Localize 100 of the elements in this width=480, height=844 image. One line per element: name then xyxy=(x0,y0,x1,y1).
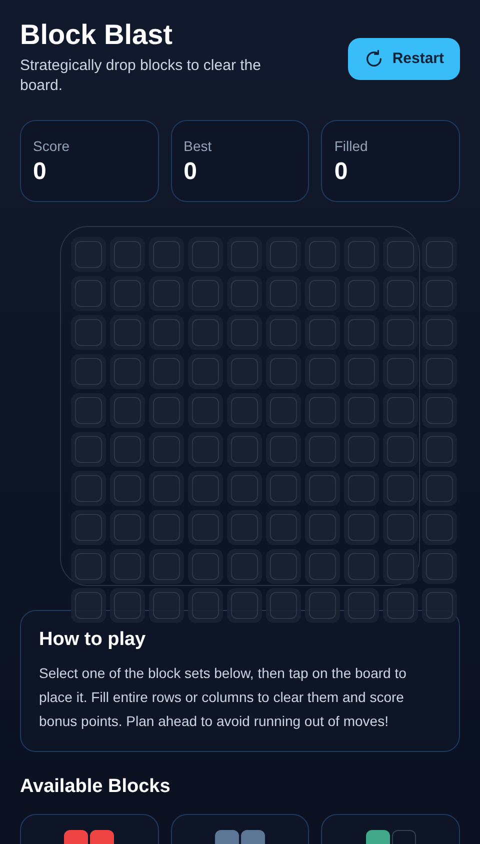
board-cell[interactable] xyxy=(71,393,106,428)
board-cell[interactable] xyxy=(188,549,223,584)
board-cell[interactable] xyxy=(383,354,418,389)
board-cell[interactable] xyxy=(266,588,301,623)
board-cell[interactable] xyxy=(227,354,262,389)
board-cell[interactable] xyxy=(422,432,457,467)
board-cell[interactable] xyxy=(149,354,184,389)
board-cell[interactable] xyxy=(266,315,301,350)
board-cell[interactable] xyxy=(305,276,340,311)
board-cell[interactable] xyxy=(383,276,418,311)
board-cell[interactable] xyxy=(383,393,418,428)
board-cell[interactable] xyxy=(227,432,262,467)
board-cell[interactable] xyxy=(227,237,262,272)
board-cell[interactable] xyxy=(188,276,223,311)
board-cell[interactable] xyxy=(305,354,340,389)
board-cell[interactable] xyxy=(149,315,184,350)
board-cell[interactable] xyxy=(227,276,262,311)
board-cell[interactable] xyxy=(149,393,184,428)
board-cell[interactable] xyxy=(149,237,184,272)
board-cell[interactable] xyxy=(266,237,301,272)
board-cell[interactable] xyxy=(383,315,418,350)
board-cell[interactable] xyxy=(110,432,145,467)
board-cell[interactable] xyxy=(71,354,106,389)
board-cell[interactable] xyxy=(344,471,379,506)
board-cell[interactable] xyxy=(71,237,106,272)
board-cell[interactable] xyxy=(149,510,184,545)
board-cell[interactable] xyxy=(344,276,379,311)
board-cell[interactable] xyxy=(110,237,145,272)
board-cell[interactable] xyxy=(71,588,106,623)
restart-button[interactable]: Restart xyxy=(348,38,460,80)
board-cell[interactable] xyxy=(344,588,379,623)
board-cell[interactable] xyxy=(188,432,223,467)
board-cell[interactable] xyxy=(188,588,223,623)
board-cell[interactable] xyxy=(227,393,262,428)
board-cell[interactable] xyxy=(266,432,301,467)
board-cell[interactable] xyxy=(149,276,184,311)
board-cell[interactable] xyxy=(188,471,223,506)
board-cell[interactable] xyxy=(110,315,145,350)
board-cell[interactable] xyxy=(227,510,262,545)
board-cell[interactable] xyxy=(344,510,379,545)
board-cell[interactable] xyxy=(344,432,379,467)
board-cell[interactable] xyxy=(305,432,340,467)
board-cell[interactable] xyxy=(422,510,457,545)
board-cell[interactable] xyxy=(110,510,145,545)
board-cell[interactable] xyxy=(110,393,145,428)
board-cell[interactable] xyxy=(305,393,340,428)
board-cell[interactable] xyxy=(344,354,379,389)
board-cell[interactable] xyxy=(344,393,379,428)
board-cell[interactable] xyxy=(71,510,106,545)
board-cell[interactable] xyxy=(266,354,301,389)
board-cell[interactable] xyxy=(422,549,457,584)
board-cell[interactable] xyxy=(71,549,106,584)
board-cell[interactable] xyxy=(422,354,457,389)
board-cell[interactable] xyxy=(71,471,106,506)
board-cell[interactable] xyxy=(422,237,457,272)
board-cell[interactable] xyxy=(110,588,145,623)
board-cell[interactable] xyxy=(383,588,418,623)
board-cell[interactable] xyxy=(344,549,379,584)
board-cell[interactable] xyxy=(149,588,184,623)
board-cell[interactable] xyxy=(188,354,223,389)
board-cell[interactable] xyxy=(305,549,340,584)
board-cell[interactable] xyxy=(266,471,301,506)
board-cell[interactable] xyxy=(266,276,301,311)
board-cell[interactable] xyxy=(383,471,418,506)
board-cell[interactable] xyxy=(422,393,457,428)
board-cell[interactable] xyxy=(422,588,457,623)
board-cell[interactable] xyxy=(344,237,379,272)
board-cell[interactable] xyxy=(149,549,184,584)
board-cell[interactable] xyxy=(383,432,418,467)
board-cell[interactable] xyxy=(71,432,106,467)
board-cell[interactable] xyxy=(305,588,340,623)
board-cell[interactable] xyxy=(188,510,223,545)
board-cell[interactable] xyxy=(383,549,418,584)
board-cell[interactable] xyxy=(71,315,106,350)
board-cell[interactable] xyxy=(305,510,340,545)
board-cell[interactable] xyxy=(383,237,418,272)
board-cell[interactable] xyxy=(110,471,145,506)
board-cell[interactable] xyxy=(305,471,340,506)
board-cell[interactable] xyxy=(227,315,262,350)
board-cell[interactable] xyxy=(149,471,184,506)
board-cell[interactable] xyxy=(110,354,145,389)
board-cell[interactable] xyxy=(266,393,301,428)
board-cell[interactable] xyxy=(422,315,457,350)
board-cell[interactable] xyxy=(188,237,223,272)
board-cell[interactable] xyxy=(188,393,223,428)
board-cell[interactable] xyxy=(71,276,106,311)
board-cell[interactable] xyxy=(188,315,223,350)
board-cell[interactable] xyxy=(344,315,379,350)
board-cell[interactable] xyxy=(227,471,262,506)
board-cell[interactable] xyxy=(149,432,184,467)
board-cell[interactable] xyxy=(422,276,457,311)
board-cell[interactable] xyxy=(305,237,340,272)
board-cell[interactable] xyxy=(110,549,145,584)
board-cell[interactable] xyxy=(110,276,145,311)
board-cell[interactable] xyxy=(266,549,301,584)
board-cell[interactable] xyxy=(266,510,301,545)
board-cell[interactable] xyxy=(305,315,340,350)
board-cell[interactable] xyxy=(422,471,457,506)
board-cell[interactable] xyxy=(383,510,418,545)
board-cell[interactable] xyxy=(227,588,262,623)
